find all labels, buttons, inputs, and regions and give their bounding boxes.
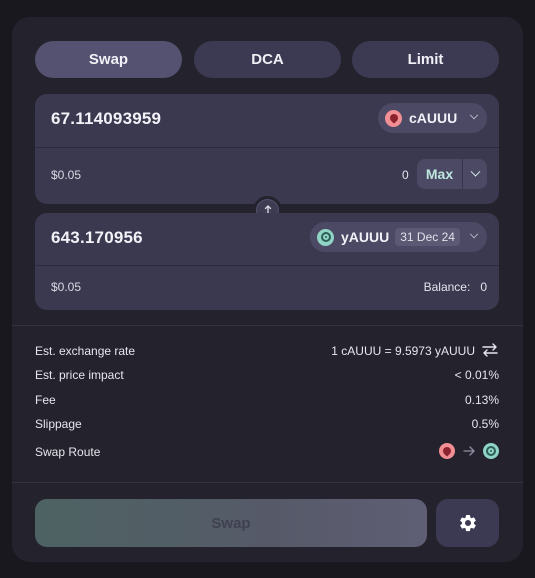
price-impact-label: Est. price impact [35, 368, 124, 382]
chevron-down-icon [469, 110, 479, 120]
divider [35, 265, 499, 266]
tab-dca[interactable]: DCA [194, 41, 341, 78]
to-amount-output: 643.170956 [51, 228, 143, 247]
teal-token-icon [317, 228, 334, 246]
balance-value: 0 [480, 280, 487, 294]
teal-token-icon [483, 443, 499, 459]
from-panel: 67.114093959 cAUUU $0.05 0 Max [35, 94, 499, 204]
from-token-name: cAUUU [409, 110, 458, 126]
to-token-select[interactable]: yAUUU 31 Dec 24 [310, 222, 487, 252]
red-token-icon [439, 443, 455, 459]
swap-route [439, 443, 499, 459]
fee-label: Fee [35, 393, 56, 407]
to-usd-value: $0.05 [51, 280, 82, 294]
chevron-down-icon [469, 229, 479, 239]
swap-button[interactable]: Swap [35, 499, 427, 547]
exchange-rate-label: Est. exchange rate [35, 344, 136, 358]
fee-value: 0.13% [464, 393, 499, 407]
tab-limit[interactable]: Limit [352, 41, 499, 78]
settings-button[interactable] [436, 499, 499, 547]
slippage-label: Slippage [35, 417, 82, 431]
exchange-rate-row: Est. exchange rate 1 cAUUU = 9.5973 yAUU… [35, 342, 499, 364]
price-impact-row: Est. price impact < 0.01% [35, 368, 499, 388]
to-token-name: yAUUU [341, 229, 390, 245]
swap-horizontal-icon[interactable] [481, 342, 499, 358]
max-button[interactable]: Max [417, 159, 462, 189]
to-panel: 643.170956 yAUUU 31 Dec 24 $0.05 Balance… [35, 213, 499, 310]
chevron-down-icon [470, 166, 480, 177]
arrow-right-icon [463, 446, 475, 456]
slippage-value: 0.5% [471, 417, 499, 431]
swap-route-label: Swap Route [35, 445, 101, 459]
mode-tabs: Swap DCA Limit [35, 41, 499, 78]
from-usd-value: $0.05 [51, 168, 82, 182]
swap-card: Swap DCA Limit 67.114093959 cAUUU $0.05 … [12, 17, 523, 562]
to-balance: Balance: 0 [424, 280, 487, 294]
from-balance: 0 [402, 168, 409, 182]
red-token-icon [385, 109, 402, 127]
fee-row: Fee 0.13% [35, 393, 499, 413]
from-token-select[interactable]: cAUUU [378, 103, 487, 133]
divider [35, 147, 499, 148]
max-button-group: Max [417, 159, 487, 189]
slippage-row: Slippage 0.5% [35, 417, 499, 437]
price-impact-value: < 0.01% [454, 368, 499, 382]
tab-swap[interactable]: Swap [35, 41, 182, 78]
maturity-badge: 31 Dec 24 [395, 228, 460, 246]
swap-route-row: Swap Route [35, 443, 499, 465]
gear-icon [459, 515, 476, 532]
divider [12, 482, 523, 483]
from-amount-input[interactable]: 67.114093959 [51, 109, 161, 129]
max-dropdown-button[interactable] [463, 159, 487, 189]
balance-label: Balance: [423, 280, 471, 294]
divider [12, 325, 523, 326]
exchange-rate-value: 1 cAUUU = 9.5973 yAUUU [331, 344, 475, 358]
